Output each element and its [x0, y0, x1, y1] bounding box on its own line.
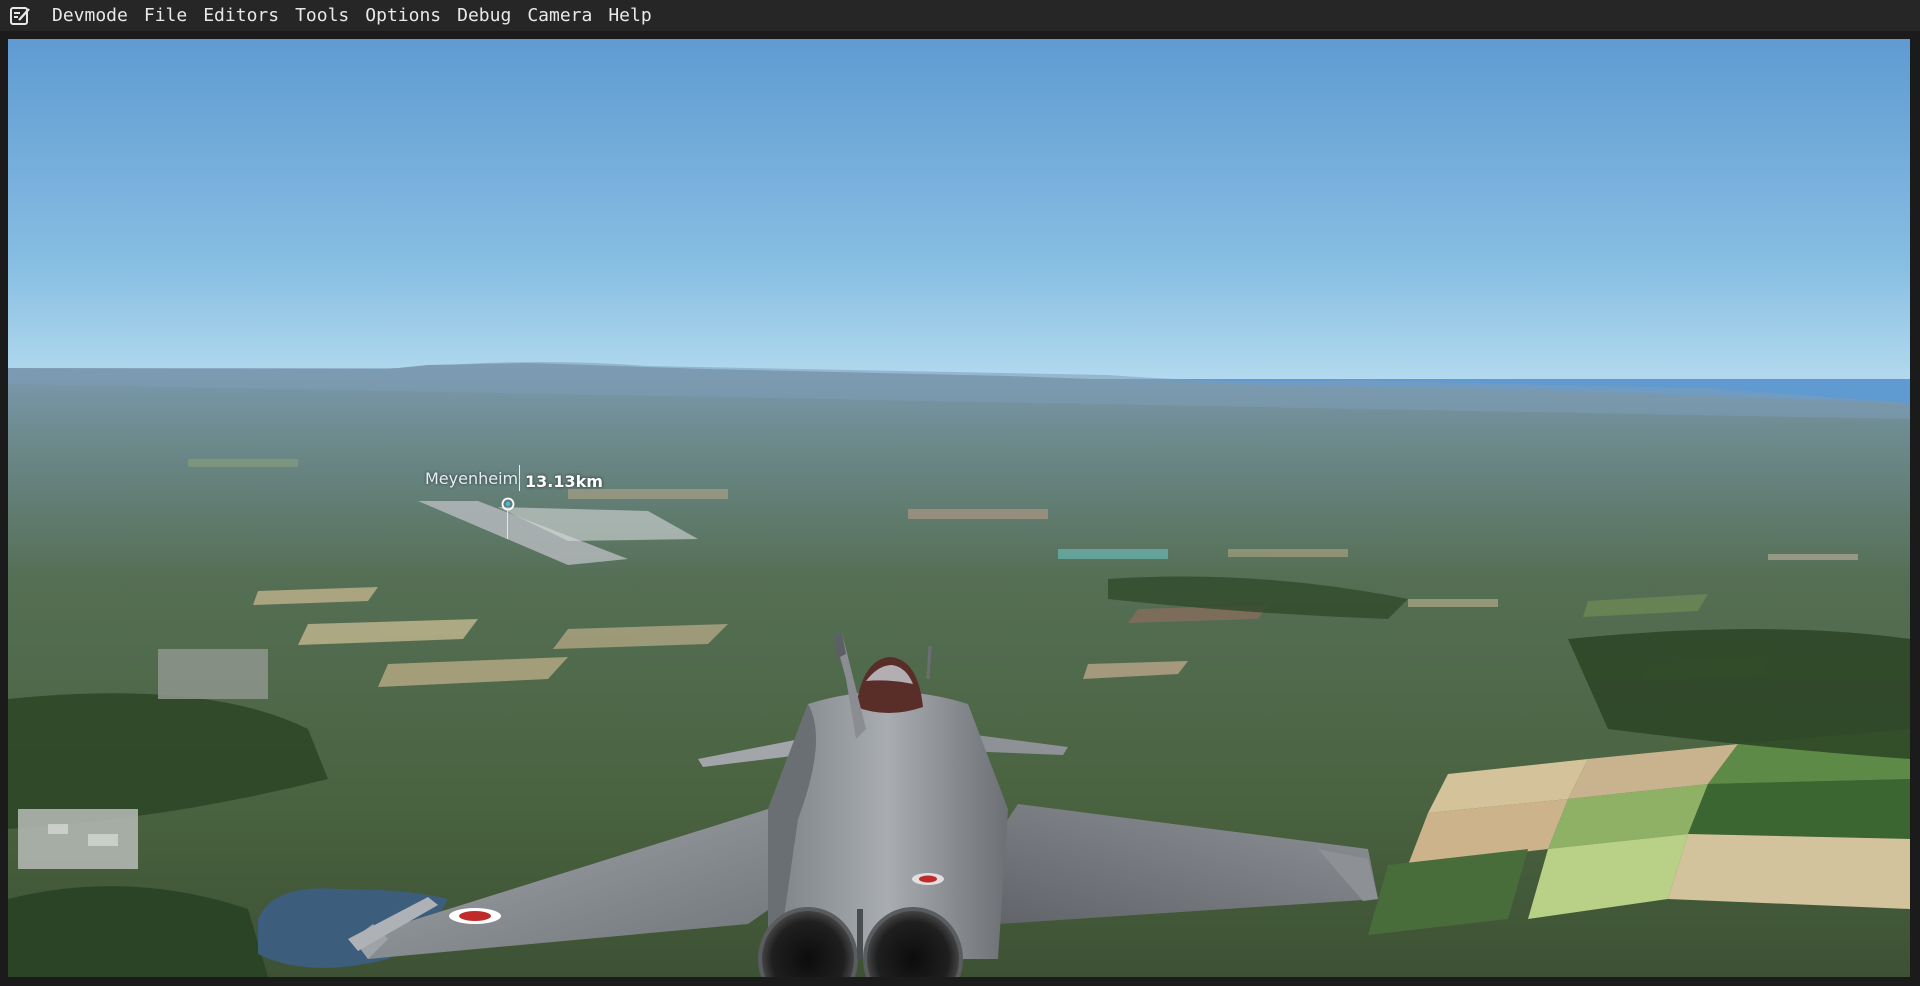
menu-tools[interactable]: Tools — [287, 0, 357, 31]
simulator-viewport[interactable]: Meyenheim 13.13km — [8, 39, 1910, 977]
menu-file[interactable]: File — [136, 0, 195, 31]
menu-help[interactable]: Help — [600, 0, 659, 31]
waypoint-distance: 13.13km — [525, 472, 603, 491]
waypoint-name: Meyenheim — [425, 469, 519, 488]
menu-devmode[interactable]: Devmode — [44, 0, 136, 31]
menu-bar: Devmode File Editors Tools Options Debug… — [0, 0, 1920, 31]
scene-render — [8, 39, 1910, 977]
menu-editors[interactable]: Editors — [195, 0, 287, 31]
menu-options[interactable]: Options — [357, 0, 449, 31]
waypoint-target-icon[interactable] — [501, 497, 515, 511]
waypoint-stem — [507, 511, 508, 539]
menu-camera[interactable]: Camera — [519, 0, 600, 31]
menu-debug[interactable]: Debug — [449, 0, 519, 31]
waypoint-label-divider — [519, 465, 520, 491]
devmode-edit-icon[interactable] — [8, 4, 32, 28]
